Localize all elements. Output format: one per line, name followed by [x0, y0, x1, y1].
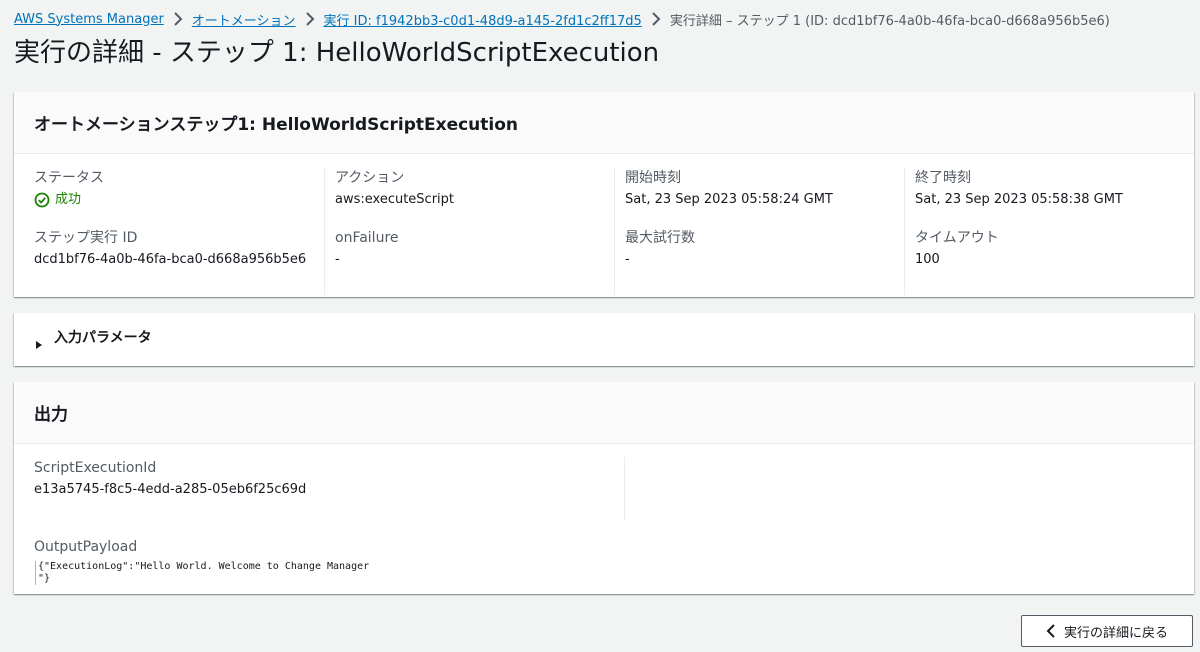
step-details-title: オートメーションステップ1: HelloWorldScriptExecution — [14, 92, 1194, 154]
max-attempts-label: 最大試行数 — [625, 230, 695, 246]
output-column-1: ScriptExecutionId e13a5745-f8c5-4edd-a28… — [34, 457, 624, 520]
on-failure-value: - — [335, 252, 340, 267]
chevron-right-icon — [642, 12, 670, 27]
end-time-value: Sat, 23 Sep 2023 05:58:38 GMT — [915, 192, 1123, 207]
output-grid: ScriptExecutionId e13a5745-f8c5-4edd-a28… — [14, 444, 1194, 520]
back-button-label: 実行の詳細に戻る — [1063, 625, 1168, 641]
input-parameters-expander[interactable]: 入力パラメータ — [14, 313, 1194, 366]
input-parameters-container: 入力パラメータ — [14, 313, 1194, 366]
step-exec-id-value: dcd1bf76-4a0b-46fa-bca0-d668a956b5e6 — [34, 252, 307, 267]
step-details-container: オートメーションステップ1: HelloWorldScriptExecution… — [14, 92, 1194, 297]
timeout-label: タイムアウト — [915, 230, 999, 246]
script-exec-id-value: e13a5745-f8c5-4edd-a285-05eb6f25c69d — [34, 482, 307, 497]
breadcrumb: AWS Systems Manager オートメーション 実行 ID: f194… — [14, 9, 1110, 29]
caret-right-icon — [36, 340, 42, 349]
output-title: 出力 — [14, 382, 1194, 444]
action-label: アクション — [335, 170, 405, 186]
success-check-icon — [34, 192, 50, 208]
step-details-column-4: 終了時刻 Sat, 23 Sep 2023 05:58:38 GMT タイムアウ… — [904, 167, 1194, 295]
page-title: 実行の詳細 - ステップ 1: HelloWorldScriptExecutio… — [14, 38, 660, 68]
chevron-right-icon — [164, 12, 192, 27]
breadcrumb-current: 実行詳細 – ステップ 1 (ID: dcd1bf76-4a0b-46fa-bc… — [669, 13, 1110, 29]
step-details-grid: ステータス 成功 ステップ実行 ID dcd1bf76-4a0b-46fa-bc… — [14, 154, 1194, 295]
breadcrumb-link-systems-manager[interactable]: AWS Systems Manager — [14, 12, 164, 27]
start-time-value: Sat, 23 Sep 2023 05:58:24 GMT — [625, 192, 833, 207]
status-label: ステータス — [34, 170, 104, 186]
end-time-label: 終了時刻 — [915, 170, 971, 186]
back-to-execution-details-button[interactable]: 実行の詳細に戻る — [1021, 615, 1193, 647]
input-parameters-label: 入力パラメータ — [54, 329, 152, 346]
start-time-label: 開始時刻 — [625, 170, 681, 186]
action-value: aws:executeScript — [335, 192, 454, 207]
step-details-column-1: ステータス 成功 ステップ実行 ID dcd1bf76-4a0b-46fa-bc… — [34, 167, 324, 295]
on-failure-label: onFailure — [335, 230, 399, 246]
status-text: 成功 — [55, 192, 82, 207]
chevron-left-icon — [1046, 624, 1055, 638]
script-exec-id-label: ScriptExecutionId — [34, 460, 157, 476]
timeout-value: 100 — [915, 252, 940, 267]
status-value: 成功 — [34, 189, 324, 211]
breadcrumb-link-automation[interactable]: オートメーション — [192, 10, 296, 29]
max-attempts-value: - — [625, 252, 630, 267]
step-details-column-2: アクション aws:executeScript onFailure - — [324, 167, 614, 295]
output-column-2 — [624, 457, 1200, 520]
chevron-right-icon — [296, 12, 324, 27]
step-exec-id-label: ステップ実行 ID — [34, 230, 138, 246]
breadcrumb-link-execution[interactable]: 実行 ID: f1942bb3-c0d1-48d9-a145-2fd1c2ff1… — [324, 10, 642, 29]
output-payload-label: OutputPayload — [34, 539, 138, 555]
step-details-column-3: 開始時刻 Sat, 23 Sep 2023 05:58:24 GMT 最大試行数… — [614, 167, 904, 295]
output-payload-value: {"ExecutionLog":"Hello World. Welcome to… — [35, 561, 405, 585]
output-container: 出力 ScriptExecutionId e13a5745-f8c5-4edd-… — [14, 382, 1194, 594]
